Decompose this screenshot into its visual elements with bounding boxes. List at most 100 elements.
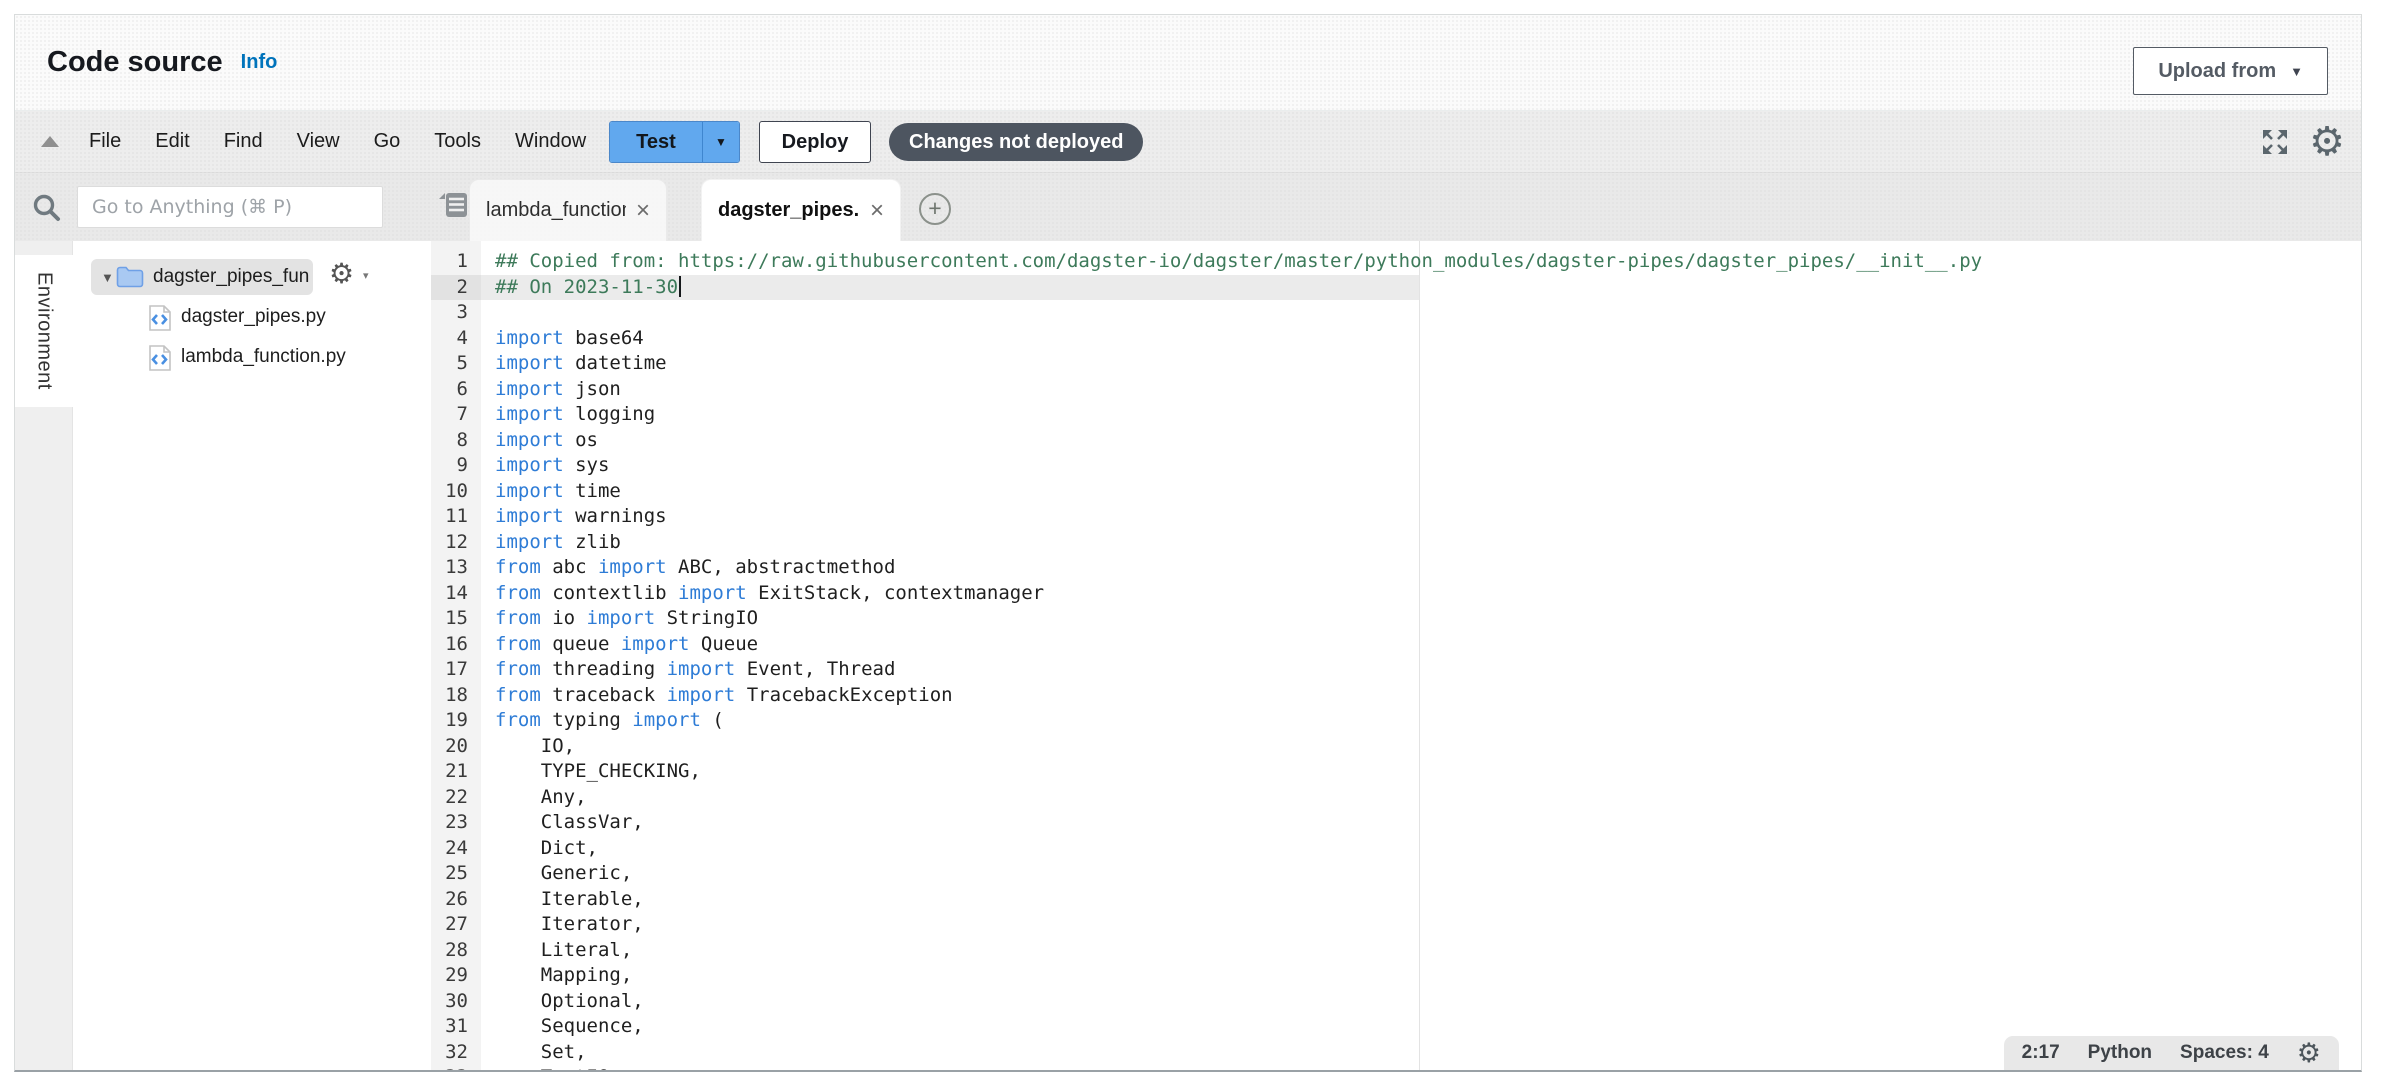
close-icon[interactable]: × [870, 199, 884, 223]
editor-settings-gear-icon[interactable]: ⚙ [2297, 1040, 2321, 1067]
deploy-button[interactable]: Deploy [759, 121, 871, 163]
code-line[interactable]: import sys [481, 453, 2361, 479]
code-line[interactable]: Optional, [481, 989, 2361, 1015]
code-line[interactable]: import time [481, 479, 2361, 505]
line-number[interactable]: 25 [431, 861, 481, 887]
code-line[interactable]: Iterable, [481, 887, 2361, 913]
code-line[interactable]: Dict, [481, 836, 2361, 862]
code-area[interactable]: ## Copied from: https://raw.githubuserco… [481, 241, 2361, 1070]
line-number[interactable]: 6 [431, 377, 481, 403]
indentation-setting[interactable]: Spaces: 4 [2180, 1042, 2269, 1064]
code-line[interactable]: Literal, [481, 938, 2361, 964]
caret-down-icon: ▼ [715, 135, 727, 149]
line-number[interactable]: 2 [431, 275, 481, 301]
line-number[interactable]: 29 [431, 963, 481, 989]
line-number[interactable]: 3 [431, 300, 481, 326]
line-number[interactable]: 27 [431, 912, 481, 938]
line-number[interactable]: 16 [431, 632, 481, 658]
code-line[interactable]: from io import StringIO [481, 606, 2361, 632]
code-line[interactable]: import logging [481, 402, 2361, 428]
code-line[interactable]: TYPE_CHECKING, [481, 759, 2361, 785]
code-line[interactable]: import zlib [481, 530, 2361, 556]
menu-item-tools[interactable]: Tools [434, 130, 481, 153]
tab-list-icon[interactable] [437, 191, 469, 219]
go-to-anything-input[interactable] [77, 186, 383, 228]
line-number[interactable]: 13 [431, 555, 481, 581]
new-tab-button[interactable]: + [919, 193, 951, 225]
menu-item-go[interactable]: Go [374, 130, 401, 153]
code-line[interactable]: ## Copied from: https://raw.githubuserco… [481, 249, 2361, 275]
line-number[interactable]: 17 [431, 657, 481, 683]
code-line[interactable]: import os [481, 428, 2361, 454]
tree-expanded-icon[interactable]: ▼ [101, 270, 114, 285]
code-line[interactable]: import datetime [481, 351, 2361, 377]
code-line[interactable]: Mapping, [481, 963, 2361, 989]
line-number[interactable]: 11 [431, 504, 481, 530]
line-number[interactable]: 10 [431, 479, 481, 505]
line-number[interactable]: 22 [431, 785, 481, 811]
info-link[interactable]: Info [241, 51, 278, 74]
tree-file-row[interactable]: dagster_pipes.py [73, 297, 431, 337]
code-editor[interactable]: 1234567891011121314151617181920212223242… [431, 241, 2361, 1070]
code-line[interactable]: Generic, [481, 861, 2361, 887]
line-number[interactable]: 24 [431, 836, 481, 862]
tab-dagster-pipes[interactable]: dagster_pipes.py × [701, 179, 901, 241]
cursor-position[interactable]: 2:17 [2022, 1042, 2060, 1064]
line-number[interactable]: 5 [431, 351, 481, 377]
line-number[interactable]: 23 [431, 810, 481, 836]
test-button[interactable]: Test [610, 122, 702, 162]
line-number[interactable]: 8 [431, 428, 481, 454]
code-line[interactable]: ## On 2023-11-30 [481, 275, 1419, 301]
line-number[interactable]: 21 [431, 759, 481, 785]
line-number[interactable]: 28 [431, 938, 481, 964]
code-line[interactable]: from traceback import TracebackException [481, 683, 2361, 709]
ide-settings-gear-icon[interactable]: ⚙ [2309, 122, 2345, 162]
line-number[interactable]: 14 [431, 581, 481, 607]
line-number[interactable]: 4 [431, 326, 481, 352]
code-line[interactable]: from threading import Event, Thread [481, 657, 2361, 683]
code-line[interactable]: import warnings [481, 504, 2361, 530]
line-number[interactable]: 31 [431, 1014, 481, 1040]
environment-panel-tab[interactable]: Environment [15, 255, 73, 407]
line-number[interactable]: 20 [431, 734, 481, 760]
code-line[interactable]: Iterator, [481, 912, 2361, 938]
collapse-menubar-icon[interactable] [41, 136, 59, 147]
menu-item-window[interactable]: Window [515, 130, 586, 153]
close-icon[interactable]: × [636, 199, 650, 223]
code-line[interactable] [481, 300, 2361, 326]
code-line[interactable]: Any, [481, 785, 2361, 811]
menu-item-find[interactable]: Find [224, 130, 263, 153]
upload-from-button[interactable]: Upload from ▼ [2133, 47, 2328, 95]
line-number[interactable]: 30 [431, 989, 481, 1015]
code-line[interactable]: import base64 [481, 326, 2361, 352]
line-number[interactable]: 7 [431, 402, 481, 428]
line-number[interactable]: 12 [431, 530, 481, 556]
test-dropdown-button[interactable]: ▼ [702, 122, 739, 162]
line-number[interactable]: 9 [431, 453, 481, 479]
line-number[interactable]: 18 [431, 683, 481, 709]
menu-item-file[interactable]: File [89, 130, 121, 153]
tree-file-row[interactable]: lambda_function.py [73, 337, 431, 377]
fullscreen-icon[interactable] [2259, 126, 2291, 158]
code-line[interactable]: from typing import ( [481, 708, 2361, 734]
line-number[interactable]: 26 [431, 887, 481, 913]
python-file-icon [148, 304, 172, 332]
code-line[interactable]: from contextlib import ExitStack, contex… [481, 581, 2361, 607]
code-line[interactable]: ClassVar, [481, 810, 2361, 836]
code-line[interactable]: from queue import Queue [481, 632, 2361, 658]
code-line[interactable]: from abc import ABC, abstractmethod [481, 555, 2361, 581]
line-number[interactable]: 33 [431, 1065, 481, 1070]
line-number[interactable]: 19 [431, 708, 481, 734]
code-line[interactable]: import json [481, 377, 2361, 403]
menu-item-edit[interactable]: Edit [155, 130, 189, 153]
code-line[interactable]: IO, [481, 734, 2361, 760]
tab-label: lambda_function. [486, 199, 626, 222]
line-number[interactable]: 1 [431, 249, 481, 275]
tree-folder-row[interactable]: ▼ dagster_pipes_funct ⚙ ▾ [73, 257, 431, 297]
language-mode[interactable]: Python [2088, 1042, 2152, 1064]
menu-item-view[interactable]: View [297, 130, 340, 153]
tab-lambda-function[interactable]: lambda_function. × [469, 179, 667, 241]
tree-settings-gear-icon[interactable]: ⚙ [329, 260, 354, 288]
line-number[interactable]: 15 [431, 606, 481, 632]
line-number[interactable]: 32 [431, 1040, 481, 1066]
